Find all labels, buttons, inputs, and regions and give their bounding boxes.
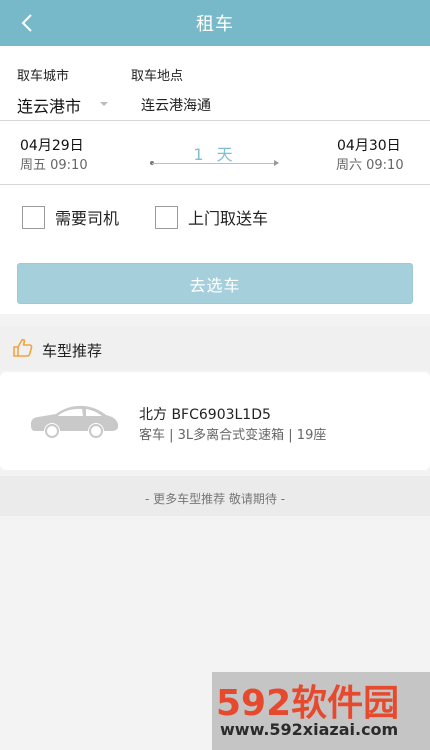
need-driver-checkbox[interactable]: 需要司机: [22, 205, 119, 229]
city-value: 连云港市: [17, 97, 82, 116]
rental-form: 取车城市 取车地点 连云港市 连云港海通 04月29日 周五 09:10 1 天…: [0, 46, 430, 314]
app-header: 租车: [0, 0, 430, 46]
chevron-down-icon: [100, 102, 108, 106]
address-select[interactable]: 连云港海通: [124, 46, 324, 126]
thumbs-up-icon: [13, 338, 33, 357]
watermark-url: www.592xiazai.com: [220, 720, 399, 739]
choose-car-button[interactable]: 去选车: [17, 263, 413, 304]
watermark-brand: 592软件园: [216, 683, 400, 724]
address-value: 连云港海通: [141, 98, 211, 114]
car-card[interactable]: 北方 BFC6903L1D5 客车 | 3L多离合式变速箱 | 19座: [0, 372, 430, 470]
duration-line: [152, 163, 278, 164]
door-delivery-checkbox[interactable]: 上门取送车: [155, 205, 268, 229]
arrow-right-icon: [274, 160, 279, 166]
return-date-picker[interactable]: 04月30日 周六 09:10: [320, 126, 416, 176]
car-icon: [30, 405, 119, 438]
page-title: 租车: [196, 14, 234, 35]
checkbox-icon: [22, 205, 45, 229]
car-spec: 客车 | 3L多离合式变速箱 | 19座: [139, 428, 327, 443]
watermark: 592软件园 www.592xiazai.com: [212, 672, 430, 750]
checkbox-icon: [155, 205, 178, 229]
need-driver-label: 需要司机: [55, 209, 120, 228]
city-select[interactable]: 连云港市: [17, 46, 127, 126]
car-model-name: 北方 BFC6903L1D5: [139, 407, 271, 423]
door-delivery-label: 上门取送车: [188, 209, 269, 228]
divider: [0, 120, 430, 121]
recommend-title: 车型推荐: [42, 342, 103, 360]
return-date: 04月30日: [337, 138, 401, 154]
more-coming-text: - 更多车型推荐 敬请期待 -: [144, 492, 286, 506]
back-button[interactable]: [12, 8, 42, 38]
divider: [0, 184, 430, 185]
chevron-left-icon: [21, 14, 32, 32]
return-time: 周六 09:10: [336, 158, 404, 173]
